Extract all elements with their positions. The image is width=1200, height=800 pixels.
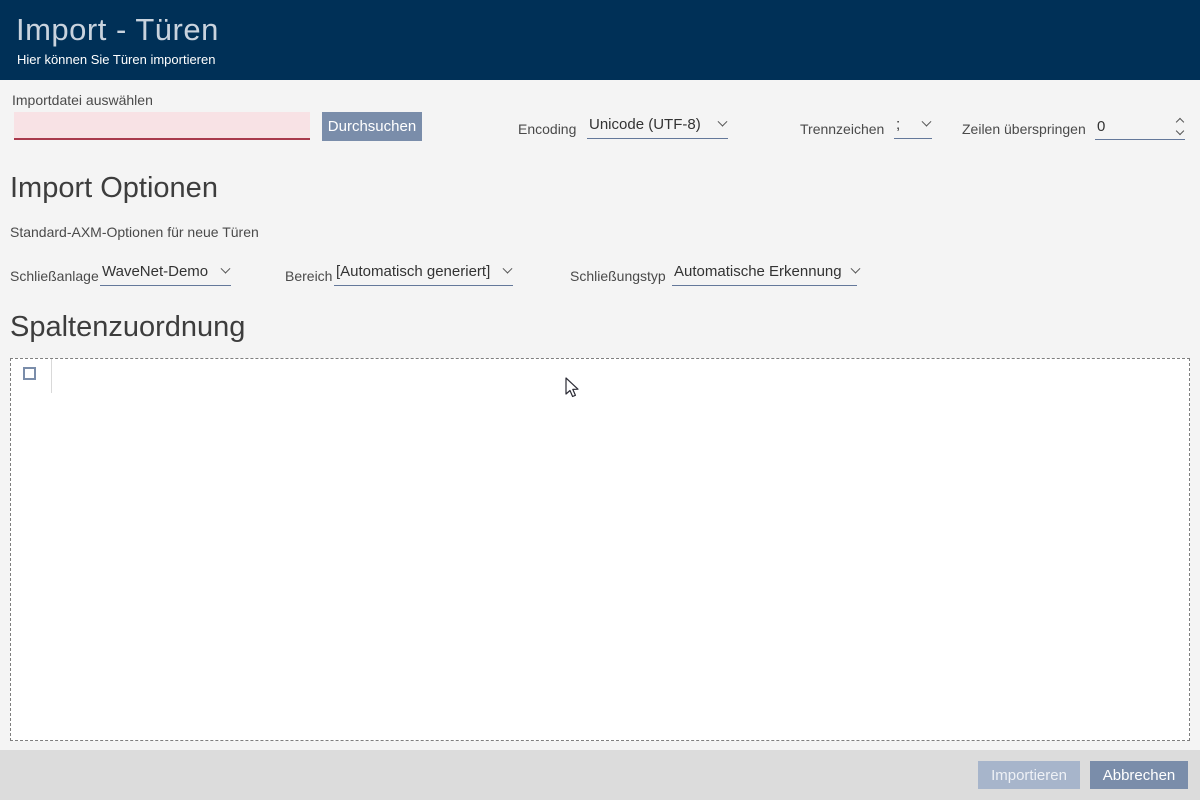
import-file-label: Importdatei auswählen (12, 92, 153, 108)
column-mapping-table (10, 358, 1190, 741)
page-title: Import - Türen (16, 12, 219, 48)
chevron-down-icon (850, 264, 860, 274)
column-mapping-heading: Spaltenzuordnung (10, 311, 245, 344)
area-select[interactable]: [Automatisch generiert] (334, 263, 513, 286)
separator-select[interactable]: ; (894, 116, 932, 139)
separator-value: ; (896, 116, 900, 133)
cancel-button[interactable]: Abbrechen (1090, 761, 1188, 789)
import-options-description: Standard-AXM-Optionen für neue Türen (10, 224, 259, 240)
chevron-down-icon (922, 117, 932, 127)
chevron-down-icon (221, 264, 231, 274)
import-doors-dialog: Import - Türen Hier können Sie Türen imp… (0, 0, 1200, 800)
skip-lines-label: Zeilen überspringen (962, 121, 1086, 137)
dialog-footer: Importieren Abbrechen (0, 750, 1200, 800)
column-divider (51, 359, 52, 393)
skip-lines-value: 0 (1097, 118, 1105, 135)
chevron-down-icon (503, 264, 513, 274)
chevron-down-icon (718, 117, 728, 127)
dialog-header: Import - Türen Hier können Sie Türen imp… (0, 0, 1200, 80)
lock-type-label: Schließungstyp (570, 268, 666, 284)
locking-system-value: WaveNet-Demo (102, 263, 208, 280)
browse-button[interactable]: Durchsuchen (322, 112, 422, 141)
chevron-down-icon[interactable] (1176, 127, 1184, 135)
page-subtitle: Hier können Sie Türen importieren (17, 52, 215, 67)
area-label: Bereich (285, 268, 332, 284)
import-button[interactable]: Importieren (978, 761, 1080, 789)
chevron-up-icon[interactable] (1176, 118, 1184, 126)
lock-type-select[interactable]: Automatische Erkennung (672, 263, 857, 286)
spinner-buttons[interactable] (1177, 116, 1183, 136)
skip-lines-stepper[interactable]: 0 (1095, 113, 1185, 140)
select-all-checkbox[interactable] (23, 367, 36, 380)
lock-type-value: Automatische Erkennung (674, 263, 842, 280)
area-value: [Automatisch generiert] (336, 263, 490, 280)
separator-label: Trennzeichen (800, 121, 884, 137)
import-file-input[interactable] (14, 112, 310, 140)
locking-system-label: Schließanlage (10, 268, 99, 284)
import-options-heading: Import Optionen (10, 172, 218, 205)
locking-system-select[interactable]: WaveNet-Demo (100, 263, 231, 286)
encoding-label: Encoding (518, 121, 576, 137)
encoding-value: Unicode (UTF-8) (589, 116, 701, 133)
encoding-select[interactable]: Unicode (UTF-8) (587, 116, 728, 139)
